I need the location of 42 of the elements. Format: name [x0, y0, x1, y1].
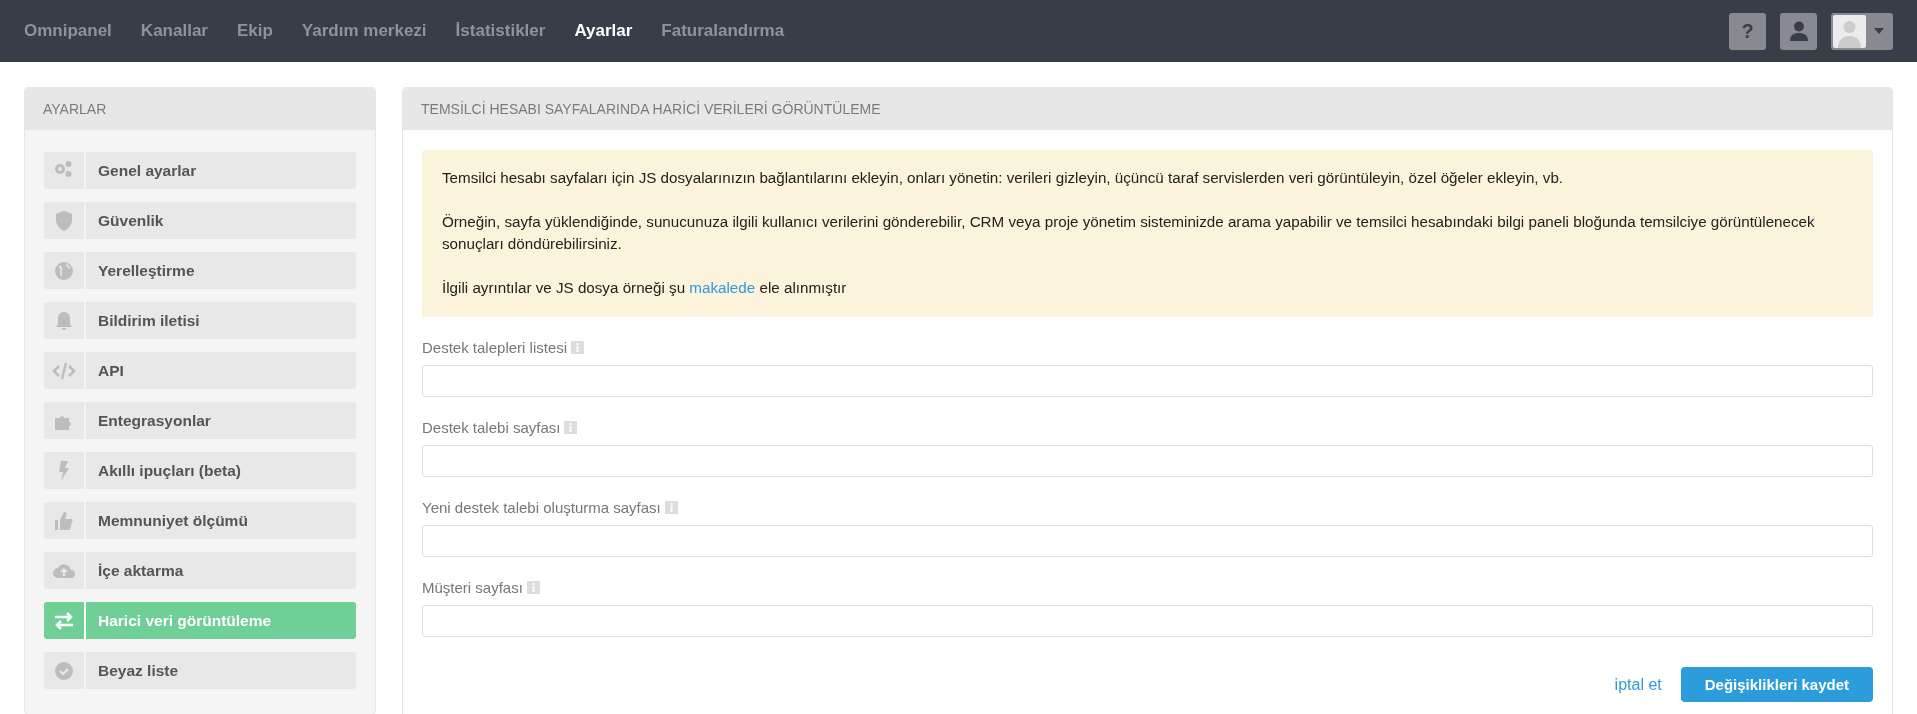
nav-tab[interactable]: Kanallar: [140, 21, 208, 41]
info-icon[interactable]: [664, 501, 678, 514]
sidebar-item[interactable]: Genel ayarlar: [44, 152, 356, 189]
nav-tab[interactable]: Faturalandırma: [661, 21, 785, 41]
caret-icon: [1874, 28, 1884, 34]
sidebar-item[interactable]: İçe aktarma: [44, 552, 356, 589]
sidebar-item[interactable]: Memnuniyet ölçümü: [44, 502, 356, 539]
help-button[interactable]: ?: [1729, 12, 1766, 50]
input-field[interactable]: [422, 365, 1873, 397]
profile-button[interactable]: [1780, 12, 1817, 50]
info-paragraph: Temsilci hesabı sayfaları için JS dosyalarınızın bağlantılarını ekleyin, onları yönetin: verileri gizleyin, üçüncü taraf servislerden veri görüntüleyin, özel öğeler ekleyin, vb.: [442, 168, 1565, 188]
sidebar-item[interactable]: Yerelleştirme: [44, 252, 356, 289]
info-paragraph: İlgili ayrıntılar ve JS dosya örneği şu makalede ele alınmıştır: [442, 278, 848, 298]
person-icon: [1789, 21, 1808, 41]
save-button[interactable]: Değişiklikleri kaydet: [1680, 667, 1873, 702]
input-field[interactable]: [422, 605, 1873, 637]
info-icon[interactable]: [526, 581, 540, 594]
panel-title: TEMSİLCİ HESABI SAYFALARINDA HARİCİ VERİLERİ GÖRÜNTÜLEME: [403, 88, 1892, 130]
sidebar-item[interactable]: Entegrasyonlar: [44, 402, 356, 439]
input-field[interactable]: [422, 525, 1873, 557]
cancel-link[interactable]: iptal et: [1614, 675, 1662, 694]
nav-tab[interactable]: Yardım merkezi: [301, 21, 427, 41]
sidebar-item[interactable]: API: [44, 352, 356, 389]
info-paragraph: Örneğin, sayfa yüklendiğinde, sunucunuza ilgili kullanıcı verilerini gönderebilir, CRM veya proje yönetim sisteminizde arama yapabilir ve temsilci hesabındaki bilgi paneli bloğunda temsilciye görüntülenecek sonuçları döndürebilirsiniz.: [442, 212, 1816, 254]
nav-tab[interactable]: İstatistikler: [455, 21, 546, 41]
info-icon[interactable]: [564, 421, 578, 434]
account-menu-button[interactable]: [1831, 12, 1893, 50]
nav-tab[interactable]: Ekip: [236, 21, 273, 41]
field-label: Destek talebi sayfası: [422, 419, 561, 436]
sidebar-item[interactable]: Güvenlik: [44, 202, 356, 239]
info-icon[interactable]: [571, 341, 585, 354]
sidebar-item[interactable]: Beyaz liste: [44, 652, 356, 689]
input-field[interactable]: [422, 445, 1873, 477]
field-label: Müşteri sayfası: [422, 579, 523, 596]
nav-tab[interactable]: Ayarlar: [574, 21, 633, 41]
sidebar-title: AYARLAR: [25, 88, 375, 130]
avatar-icon: [1833, 14, 1866, 48]
field-label: Yeni destek talebi oluşturma sayfası: [422, 499, 661, 516]
sidebar-item[interactable]: Akıllı ipuçları (beta): [44, 452, 356, 489]
sidebar-item[interactable]: Bildirim iletisi: [44, 302, 356, 339]
field-label: Destek talepleri listesi: [422, 339, 568, 356]
nav-tab[interactable]: Omnipanel: [24, 21, 112, 41]
